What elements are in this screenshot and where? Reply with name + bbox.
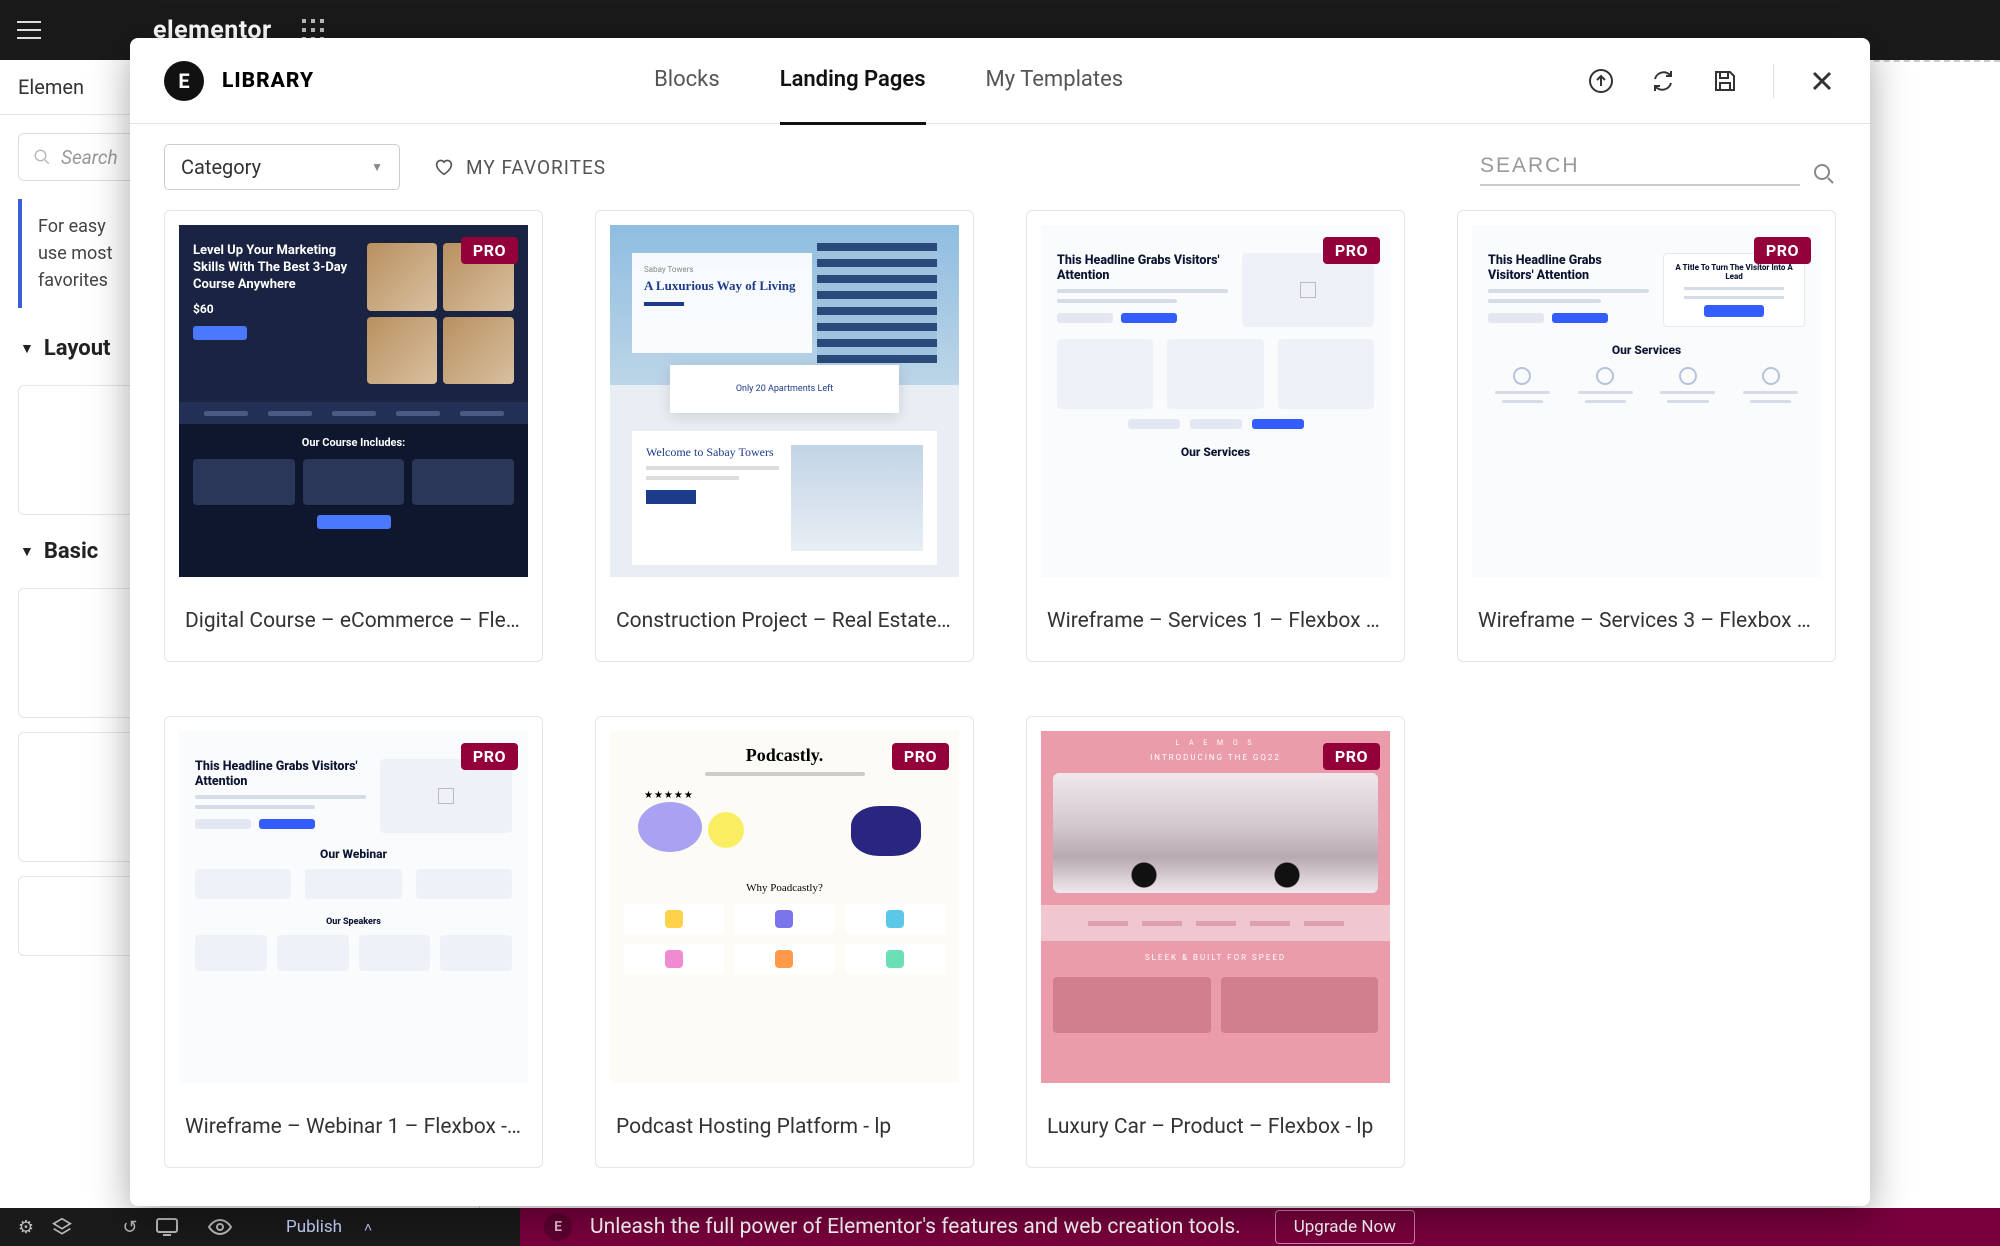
caret-down-icon: ▼ bbox=[20, 340, 34, 357]
template-title: Wireframe – Services 1 – Flexbox - lp bbox=[1027, 591, 1404, 661]
chevron-up-icon: ˄ bbox=[364, 1219, 372, 1236]
category-select-label: Category bbox=[181, 155, 261, 179]
upgrade-button[interactable]: Upgrade Now bbox=[1275, 1210, 1415, 1244]
tab-my-templates[interactable]: My Templates bbox=[986, 38, 1124, 125]
library-header-tools bbox=[1587, 64, 1836, 98]
template-card[interactable]: PRO Sabay Towers A Luxurious Way of Livi… bbox=[595, 210, 974, 662]
templates-grid: PRO Level Up Your Marketing Skills With … bbox=[164, 210, 1836, 1168]
promo-bar: E Unleash the full power of Elementor's … bbox=[520, 1208, 2000, 1246]
template-card[interactable]: PRO This Headline Grabs Visitors' Attent… bbox=[164, 716, 543, 1168]
template-title: Wireframe – Services 3 – Flexbox - lp bbox=[1458, 591, 1835, 661]
preview-icon[interactable] bbox=[208, 1219, 260, 1235]
template-thumbnail: PRO This Headline Grabs Visitors' Attent… bbox=[1041, 225, 1390, 577]
library-body[interactable]: PRO Level Up Your Marketing Skills With … bbox=[130, 210, 1870, 1206]
my-favorites-toggle[interactable]: MY FAVORITES bbox=[434, 156, 606, 179]
tab-landing-pages[interactable]: Landing Pages bbox=[780, 38, 926, 125]
tab-blocks[interactable]: Blocks bbox=[654, 38, 720, 125]
library-modal: E LIBRARY Blocks Landing Pages My Templa… bbox=[130, 38, 1870, 1206]
search-input[interactable] bbox=[1480, 148, 1800, 186]
library-header: E LIBRARY Blocks Landing Pages My Templa… bbox=[130, 38, 1870, 124]
template-title: Podcast Hosting Platform - lp bbox=[596, 1097, 973, 1167]
library-search bbox=[1480, 148, 1836, 186]
responsive-icon[interactable] bbox=[156, 1218, 208, 1236]
navigator-icon[interactable] bbox=[52, 1217, 104, 1237]
chevron-down-icon: ▼ bbox=[371, 160, 383, 174]
search-icon bbox=[33, 148, 51, 166]
sync-icon[interactable] bbox=[1649, 67, 1677, 95]
editor-footer: ⚙ ↺ Publish ˄ E Unleash the full power o… bbox=[0, 1208, 2000, 1246]
library-title: LIBRARY bbox=[222, 69, 314, 93]
my-favorites-label: MY FAVORITES bbox=[466, 156, 606, 179]
promo-text: Unleash the full power of Elementor's fe… bbox=[590, 1215, 1241, 1239]
pro-badge: PRO bbox=[461, 743, 518, 770]
template-card[interactable]: PRO Podcastly. ★★★★★ Why Poadcastly? Pod… bbox=[595, 716, 974, 1168]
pro-badge: PRO bbox=[892, 743, 949, 770]
template-title: Digital Course – eCommerce – Flexb… bbox=[165, 591, 542, 661]
template-title: Construction Project – Real Estate – … bbox=[596, 591, 973, 661]
pro-badge: PRO bbox=[1754, 237, 1811, 264]
template-thumbnail: PRO L A E M O S INTRODUCING THE GQ22 SLE… bbox=[1041, 731, 1390, 1083]
elementor-logo-icon: E bbox=[164, 61, 204, 101]
settings-icon[interactable]: ⚙ bbox=[0, 1217, 52, 1238]
pro-badge: PRO bbox=[461, 237, 518, 264]
template-thumbnail: PRO Sabay Towers A Luxurious Way of Livi… bbox=[610, 225, 959, 577]
heart-icon bbox=[434, 158, 454, 176]
template-thumbnail: PRO Podcastly. ★★★★★ Why Poadcastly? bbox=[610, 731, 959, 1083]
search-placeholder: Search bbox=[61, 146, 118, 169]
library-tabs: Blocks Landing Pages My Templates bbox=[654, 38, 1123, 125]
history-icon[interactable]: ↺ bbox=[104, 1217, 156, 1238]
template-title: Wireframe – Webinar 1 – Flexbox - lp bbox=[165, 1097, 542, 1167]
library-toolbar: Category ▼ MY FAVORITES bbox=[130, 124, 1870, 210]
close-icon[interactable] bbox=[1808, 67, 1836, 95]
category-select[interactable]: Category ▼ bbox=[164, 144, 400, 190]
separator bbox=[1773, 64, 1774, 98]
pro-badge: PRO bbox=[1323, 237, 1380, 264]
template-thumbnail: PRO This Headline Grabs Visitors' Attent… bbox=[1472, 225, 1821, 577]
publish-button[interactable]: Publish ˄ bbox=[260, 1208, 398, 1246]
upload-icon[interactable] bbox=[1587, 67, 1615, 95]
elementor-badge-icon: E bbox=[544, 1213, 572, 1241]
hamburger-icon[interactable] bbox=[0, 0, 58, 60]
template-title: Luxury Car – Product – Flexbox - lp bbox=[1027, 1097, 1404, 1167]
template-thumbnail: PRO This Headline Grabs Visitors' Attent… bbox=[179, 731, 528, 1083]
save-icon[interactable] bbox=[1711, 67, 1739, 95]
template-thumbnail: PRO Level Up Your Marketing Skills With … bbox=[179, 225, 528, 577]
caret-down-icon: ▼ bbox=[20, 543, 34, 560]
template-card[interactable]: PRO Level Up Your Marketing Skills With … bbox=[164, 210, 543, 662]
search-icon[interactable] bbox=[1812, 162, 1836, 186]
template-card[interactable]: PRO This Headline Grabs Visitors' Attent… bbox=[1026, 210, 1405, 662]
template-card[interactable]: PRO This Headline Grabs Visitors' Attent… bbox=[1457, 210, 1836, 662]
template-card[interactable]: PRO L A E M O S INTRODUCING THE GQ22 SLE… bbox=[1026, 716, 1405, 1168]
